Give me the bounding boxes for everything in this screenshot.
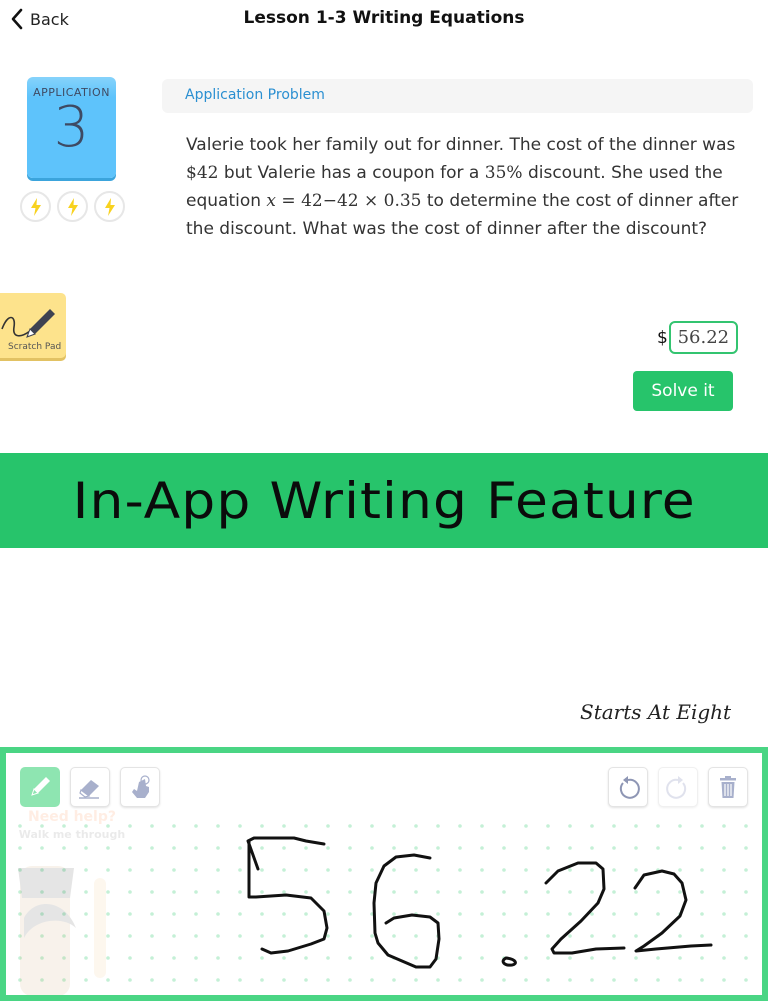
lightning-icon bbox=[30, 197, 41, 216]
application-badge: APPLICATION 3 bbox=[27, 77, 116, 178]
redo-button[interactable] bbox=[658, 767, 698, 807]
star-slot bbox=[94, 191, 125, 222]
math-expression: $42 bbox=[186, 163, 219, 183]
stroke-digit-5 bbox=[246, 836, 329, 955]
trash-icon bbox=[720, 776, 736, 798]
writing-canvas[interactable]: Need help? Walk me through bbox=[6, 753, 762, 995]
equation-variable: x bbox=[266, 191, 277, 211]
problem-section-label: Application Problem bbox=[185, 87, 325, 103]
eraser-icon bbox=[79, 780, 99, 799]
stroke-digit-2-a bbox=[544, 861, 626, 955]
answer-input[interactable] bbox=[668, 321, 738, 354]
problem-text-part: Valerie took her family out for dinner. … bbox=[186, 135, 736, 155]
answer-row: $ bbox=[657, 321, 738, 354]
pencil-scribble-icon bbox=[1, 309, 55, 338]
stroke-digit-2-b bbox=[633, 869, 713, 953]
banner-text: In-App Writing Feature bbox=[72, 471, 696, 530]
pointer-tool-button[interactable] bbox=[120, 767, 160, 807]
pencil-tool-button[interactable] bbox=[20, 767, 60, 807]
problem-section-header: Application Problem bbox=[162, 79, 753, 113]
star-rating bbox=[20, 191, 125, 222]
eraser-tool-button[interactable] bbox=[70, 767, 110, 807]
lightning-icon bbox=[104, 197, 115, 216]
clear-button[interactable] bbox=[708, 767, 748, 807]
problem-text: Valerie took her family out for dinner. … bbox=[186, 131, 746, 243]
star-slot bbox=[20, 191, 51, 222]
scratch-pad-label: Scratch Pad bbox=[8, 342, 62, 352]
math-expression: 35% bbox=[484, 163, 523, 183]
currency-prefix: $ bbox=[657, 327, 668, 348]
undo-icon bbox=[619, 776, 640, 799]
undo-button[interactable] bbox=[608, 767, 648, 807]
stroke-digit-6 bbox=[372, 853, 441, 969]
page-title: Lesson 1-3 Writing Equations bbox=[243, 8, 525, 28]
feature-banner: In-App Writing Feature bbox=[0, 453, 768, 548]
writing-pad: Need help? Walk me through bbox=[0, 747, 768, 1001]
lightning-icon bbox=[67, 197, 78, 216]
equation-body: = 42−42 × 0.35 bbox=[276, 191, 422, 211]
problem-text-part: but Valerie has a coupon for a bbox=[218, 163, 485, 183]
stroke-decimal-point bbox=[501, 956, 517, 967]
hand-pointer-icon bbox=[132, 775, 150, 798]
scratch-pad-button[interactable]: Scratch Pad bbox=[0, 293, 66, 358]
solve-button[interactable]: Solve it bbox=[633, 371, 733, 411]
watermark: Starts At Eight bbox=[580, 700, 732, 724]
badge-number: 3 bbox=[53, 95, 90, 160]
equation: x = 42−42 × 0.35 bbox=[266, 191, 421, 211]
pencil-icon bbox=[31, 777, 50, 796]
top-bar: Back Lesson 1-3 Writing Equations bbox=[0, 0, 768, 40]
star-slot bbox=[57, 191, 88, 222]
redo-icon bbox=[666, 776, 687, 799]
